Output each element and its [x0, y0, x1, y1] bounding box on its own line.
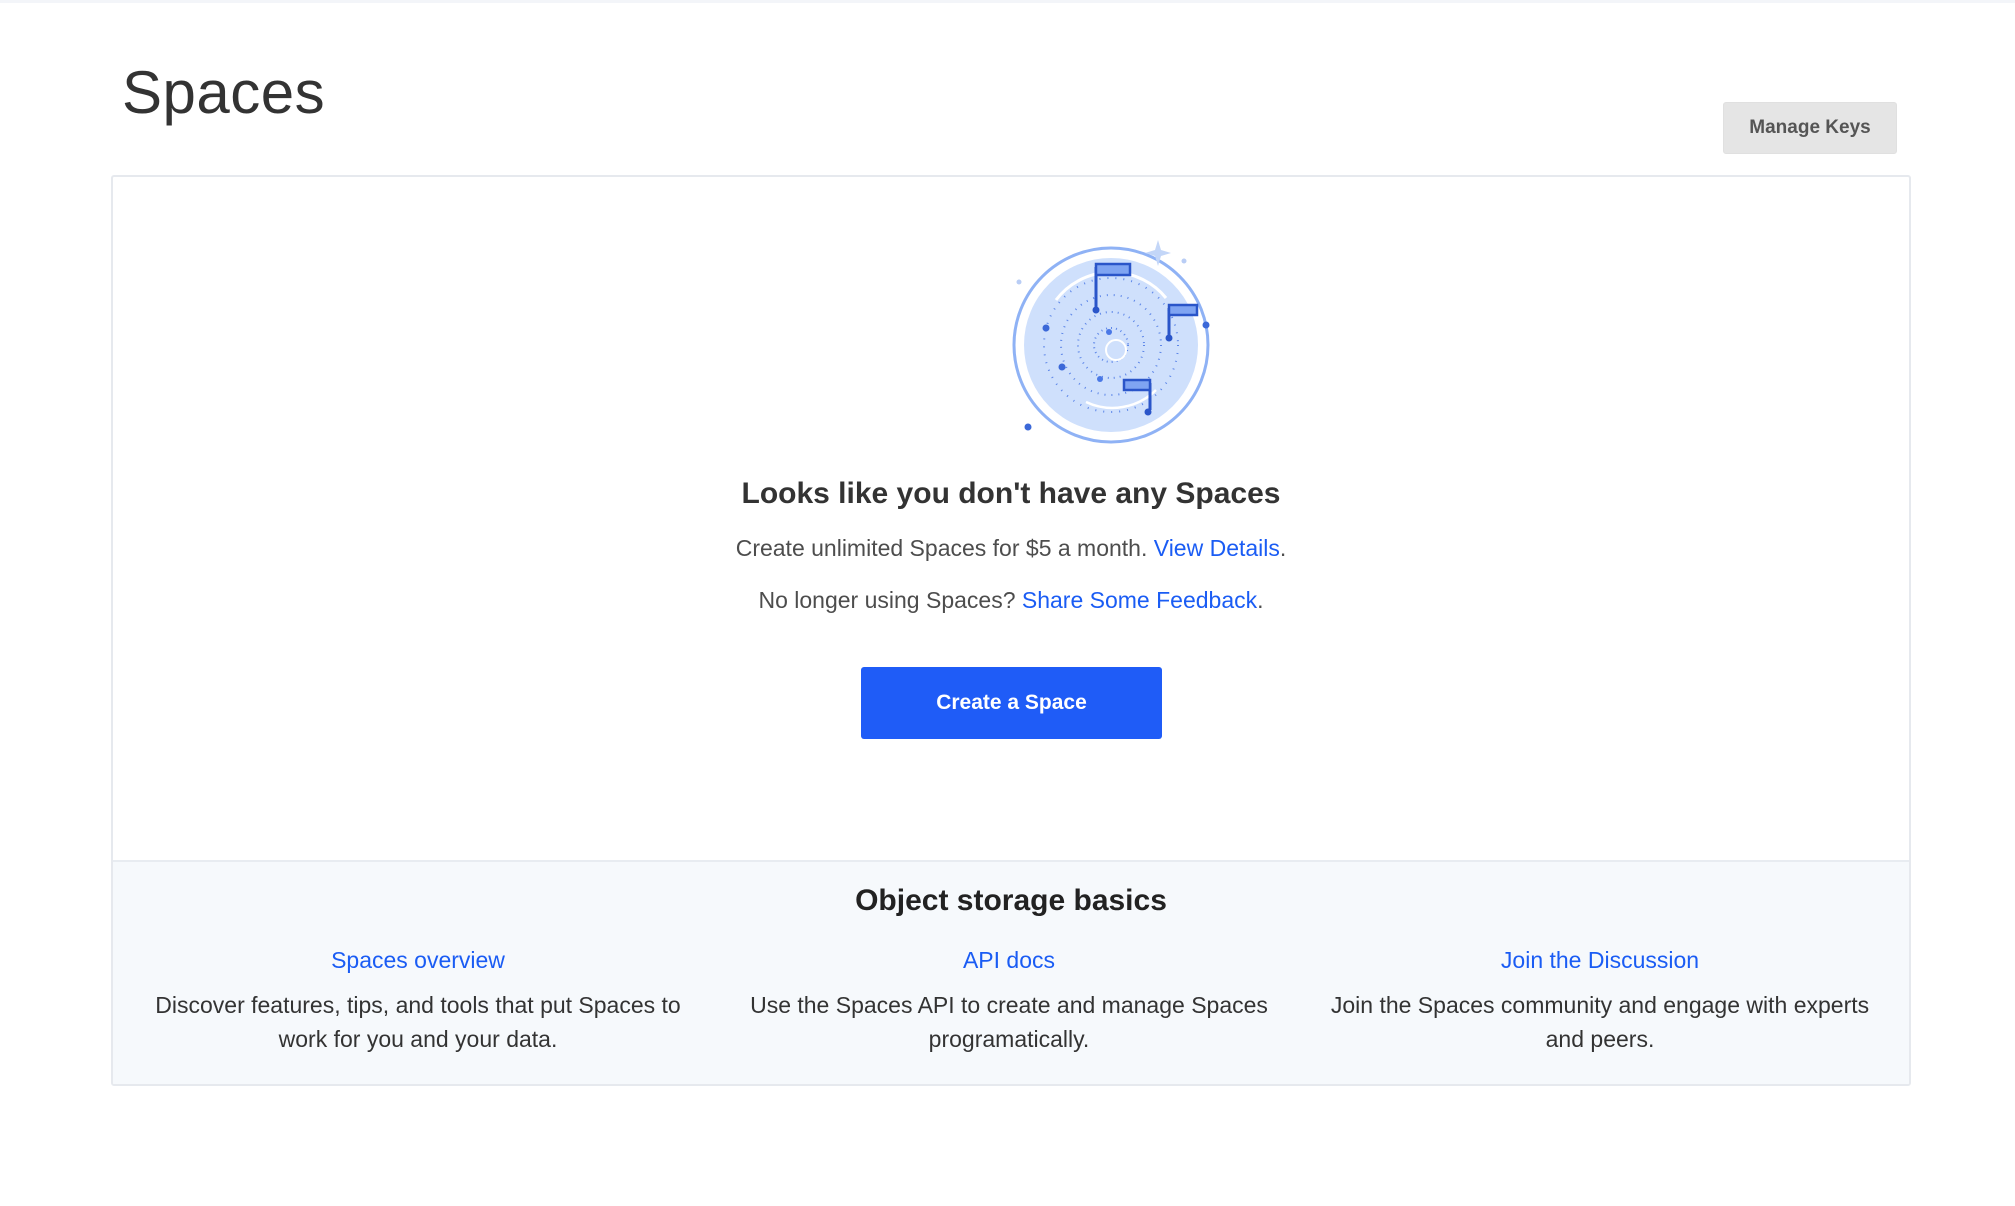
spaces-overview-description: Discover features, tips, and tools that …	[155, 992, 681, 1052]
manage-keys-button[interactable]: Manage Keys	[1723, 102, 1897, 154]
join-discussion-link[interactable]: Join the Discussion	[1315, 947, 1885, 974]
view-details-link[interactable]: View Details	[1154, 535, 1280, 561]
api-docs-link[interactable]: API docs	[724, 947, 1294, 974]
basics-item-spaces-overview: Spaces overview Discover features, tips,…	[133, 947, 703, 1056]
basics-item-join-discussion: Join the Discussion Join the Spaces comm…	[1315, 947, 1885, 1056]
share-feedback-link[interactable]: Share Some Feedback	[1022, 587, 1257, 613]
spaces-illustration-icon	[1012, 240, 1210, 444]
join-discussion-description: Join the Spaces community and engage wit…	[1330, 992, 1870, 1052]
spaces-card: Looks like you don't have any Spaces Cre…	[111, 175, 1911, 1086]
feedback-period: .	[1257, 587, 1264, 613]
basics-item-api-docs: API docs Use the Spaces API to create an…	[724, 947, 1294, 1056]
top-divider	[0, 0, 2015, 3]
object-storage-basics: Object storage basics Spaces overview Di…	[113, 860, 1909, 1084]
empty-state-title: Looks like you don't have any Spaces	[741, 477, 1281, 510]
create-space-button[interactable]: Create a Space	[861, 667, 1162, 739]
empty-state: Looks like you don't have any Spaces Cre…	[113, 177, 1909, 860]
pricing-period: .	[1279, 535, 1287, 561]
basics-title: Object storage basics	[855, 884, 1167, 917]
feedback-text-line: No longer using Spaces? Share Some Feedb…	[113, 587, 1909, 614]
spaces-overview-link[interactable]: Spaces overview	[133, 947, 703, 974]
feedback-text: No longer using Spaces?	[758, 587, 1016, 613]
pricing-text: Create unlimited Spaces for $5 a month.	[735, 535, 1148, 561]
page-title: Spaces	[122, 59, 326, 126]
pricing-text-line: Create unlimited Spaces for $5 a month. …	[113, 535, 1909, 562]
api-docs-description: Use the Spaces API to create and manage …	[750, 992, 1268, 1052]
